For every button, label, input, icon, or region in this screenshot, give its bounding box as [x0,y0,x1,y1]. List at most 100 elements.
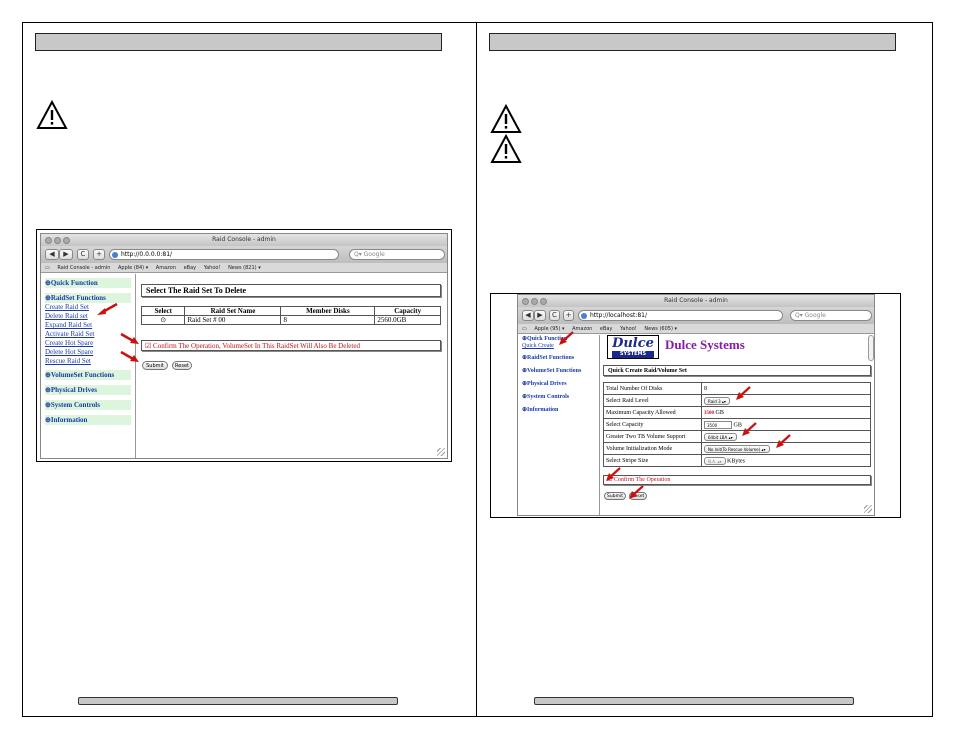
resize-handle[interactable] [437,448,445,456]
company-name: Dulce Systems [665,337,745,352]
zoom-icon[interactable] [540,298,547,305]
table-header: Member Disks [280,306,376,316]
right-footer-bar [534,697,854,705]
table-header: Select [140,306,186,316]
browser-window: Raid Console - admin ◀ ▶ C + http://loca… [517,294,875,516]
bookmark-item[interactable]: Amazon [156,265,176,271]
sidebar-item-create-hot-spare[interactable]: Create Hot Spare [45,339,93,347]
nav-information[interactable]: ⊕Information [45,415,131,425]
back-button[interactable]: ◀ [522,310,534,321]
capacity-input[interactable]: 3500 [704,420,732,429]
add-bookmark-button[interactable]: + [563,310,574,321]
red-arrow-icon [120,350,139,362]
window-titlebar: Raid Console - admin [41,234,447,246]
sidebar-item-create-raid-set[interactable]: Create Raid Set [45,303,89,311]
bookmarks-bar: ▭ Raid Console - admin Apple (84) ▾ Amaz… [41,263,447,273]
bookmark-item[interactable]: News (605) ▾ [644,326,677,332]
globe-icon [581,313,587,319]
search-icon: Q▾ [795,312,805,319]
forward-button[interactable]: ▶ [59,249,73,260]
url-field[interactable]: http://localhost:81/ [578,310,783,321]
zoom-icon[interactable] [63,237,70,244]
form-row: Greater Two TB Volume Support 64bit LBA ▴… [603,430,871,443]
nav-information[interactable]: ⊕Information [522,406,596,415]
nav-physical-drives[interactable]: ⊕Physical Drives [45,385,131,395]
search-icon: Q▾ [354,251,364,258]
minimize-icon[interactable] [54,237,61,244]
globe-icon [112,252,118,258]
red-arrow-icon [120,332,139,344]
bookmark-item[interactable]: Amazon [572,326,592,332]
book-icon[interactable]: ▭ [45,265,50,271]
form-row: Select Stripe Size N.A. ▴▾ KBytes [603,454,871,467]
minimize-icon[interactable] [531,298,538,305]
raid-set-name: Raid Set # 00 [184,315,282,325]
submit-button[interactable]: Submit [142,361,168,370]
nav-volumeset-functions[interactable]: ⊕VolumeSet Functions [45,370,131,380]
sidebar-item-expand-raid-set[interactable]: Expand Raid Set [45,321,92,329]
scrollbar[interactable] [868,335,874,361]
nav-system-controls[interactable]: ⊕System Controls [45,400,131,410]
total-disks-value: 8 [701,382,871,395]
reload-button[interactable]: C [549,310,560,321]
checkbox-icon[interactable]: ☑ [145,342,151,350]
init-mode-select[interactable]: No Init(To Rescue Volume) ▴▾ [704,444,770,453]
left-screenshot: Raid Console - admin ◀ ▶ C + http://0.0.… [36,229,452,462]
confirm-checkbox[interactable]: ☑ Confirm The Operation, VolumeSet In Th… [141,340,441,351]
raid-level-select[interactable]: Raid 3 ▴▾ [704,396,730,405]
bookmark-item[interactable]: News (821) ▾ [228,265,261,271]
reload-button[interactable]: C [77,249,89,260]
bookmark-item[interactable]: Yahoo! [204,265,221,271]
main-content: Select The Raid Set To Delete Select Rai… [137,274,447,458]
red-arrow-icon [736,386,751,400]
window-titlebar: Raid Console - admin [518,295,874,307]
right-screenshot: Raid Console - admin ◀ ▶ C + http://loca… [490,293,901,518]
page-title: Select The Raid Set To Delete [141,284,441,297]
sidebar-item-delete-raid-set[interactable]: Delete Raid set [45,312,88,320]
browser-window: Raid Console - admin ◀ ▶ C + http://0.0.… [40,233,448,459]
nav-physical-drives[interactable]: ⊕Physical Drives [522,380,596,389]
red-arrow-icon [559,331,574,345]
raid-set-table: Select Raid Set Name Member Disks Capaci… [140,306,441,325]
url-field[interactable]: http://0.0.0.0:81/ [109,249,339,260]
sidebar: ⊕Quick Function Quick Create ⊕RaidSet Fu… [518,335,600,515]
stripe-size-select[interactable]: N.A. ▴▾ [704,456,726,465]
bookmark-item[interactable]: eBay [600,326,613,332]
warning-icon [490,104,522,133]
sidebar-item-rescue-raid-set[interactable]: Rescue Raid Set [45,357,91,365]
bookmark-item[interactable]: Raid Console - admin [57,265,110,271]
form-row: Select Capacity 3500 GB [603,418,871,431]
table-row: ⊙ Raid Set # 00 8 2560.0GB [140,315,441,325]
search-input[interactable]: Q▾ Google [349,249,445,260]
resize-handle[interactable] [864,505,872,513]
table-header: Capacity [374,306,441,316]
bookmark-item[interactable]: Apple (84) ▾ [118,265,148,271]
nav-quick-function[interactable]: ⊕Quick Function [45,278,131,288]
bookmark-item[interactable]: Yahoo! [620,326,637,332]
max-capacity-value: 3500 [704,410,714,416]
sidebar-item-quick-create[interactable]: Quick Create [522,343,554,349]
two-tb-support-select[interactable]: 64bit LBA ▴▾ [704,432,737,441]
search-input[interactable]: Q▾ Google [790,310,872,321]
red-arrow-icon [97,302,118,315]
close-icon[interactable] [522,298,529,305]
nav-raidset-functions[interactable]: ⊕RaidSet Functions [522,354,596,363]
reset-button[interactable]: Reset [172,361,192,370]
red-arrow-icon [776,434,791,448]
bookmark-item[interactable]: eBay [184,265,197,271]
capacity: 2560.0GB [374,315,441,325]
submit-button[interactable]: Submit [604,492,626,500]
nav-system-controls[interactable]: ⊕System Controls [522,393,596,402]
sidebar-item-activate-raid-set[interactable]: Activate Raid Set [45,330,94,338]
sidebar-item-delete-hot-spare[interactable]: Delete Hot Spare [45,348,93,356]
select-radio[interactable]: ⊙ [140,315,186,325]
close-icon[interactable] [45,237,52,244]
back-button[interactable]: ◀ [45,249,59,260]
warning-icon [36,100,68,129]
add-bookmark-button[interactable]: + [93,249,105,260]
forward-button[interactable]: ▶ [534,310,546,321]
confirm-label: Confirm The Operation, VolumeSet In This… [153,342,360,350]
form-row: Maximum Capacity Allowed 3500 GB [603,406,871,419]
nav-volumeset-functions[interactable]: ⊕VolumeSet Functions [522,367,596,376]
book-icon[interactable]: ▭ [522,326,527,332]
